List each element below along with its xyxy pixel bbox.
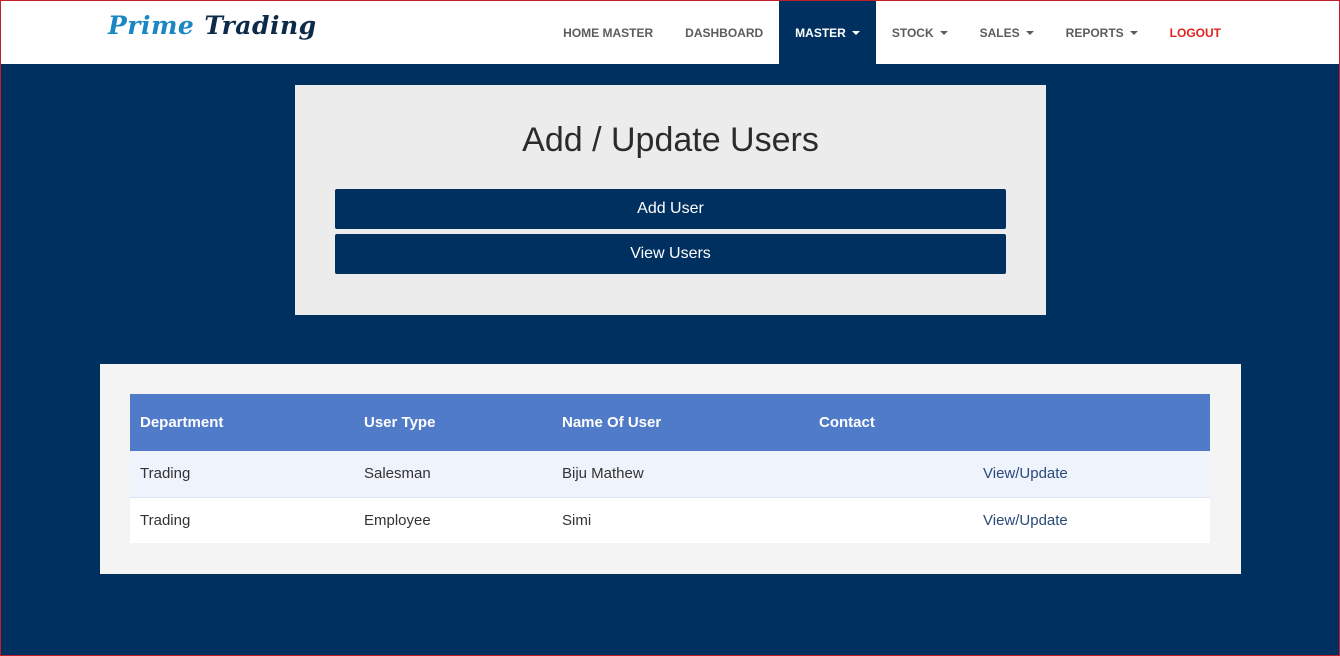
header-user-type: User Type	[364, 414, 436, 431]
nav-stock-label: STOCK	[891, 25, 934, 40]
cell-user-type: Salesman	[364, 465, 431, 483]
cell-name: Simi	[562, 511, 592, 529]
view-update-link[interactable]: View/Update	[973, 451, 1210, 497]
user-actions-panel: Add / Update Users Add User View Users	[295, 85, 1046, 315]
cell-department: Trading	[140, 511, 191, 529]
nav-reports[interactable]: REPORTS	[1050, 1, 1154, 64]
brand-part1: Prime	[108, 11, 195, 40]
view-update-link[interactable]: View/Update	[973, 497, 1210, 543]
caret-down-icon	[939, 30, 948, 35]
nav-logout[interactable]: LOGOUT	[1154, 1, 1339, 64]
table-header-row: Department User Type Name Of User Contac…	[130, 394, 1210, 451]
users-table: Department User Type Name Of User Contac…	[130, 394, 1210, 543]
nav-logout-label: LOGOUT	[1169, 25, 1221, 40]
nav-dashboard[interactable]: DASHBOARD	[669, 1, 779, 64]
nav-sales-label: SALES	[979, 25, 1020, 40]
users-table-container: Department User Type Name Of User Contac…	[100, 364, 1241, 574]
header-name-of-user: Name Of User	[562, 414, 662, 431]
nav-home-master[interactable]: HOME MASTER	[547, 1, 669, 64]
table-row: Trading Employee Simi View/Update	[130, 497, 1210, 543]
main-nav: HOME MASTER DASHBOARD MASTER STOCK SALES…	[547, 1, 1339, 64]
cell-contact	[809, 497, 973, 543]
nav-reports-label: REPORTS	[1065, 25, 1124, 40]
add-user-button[interactable]: Add User	[335, 189, 1006, 229]
nav-master[interactable]: MASTER	[779, 1, 876, 64]
page-title: Add / Update Users	[522, 121, 819, 159]
brand-logo[interactable]: Prime Trading	[108, 11, 317, 40]
caret-down-icon	[1129, 30, 1138, 35]
cell-name: Biju Mathew	[562, 465, 644, 483]
caret-down-icon	[1025, 30, 1034, 35]
view-users-button[interactable]: View Users	[335, 234, 1006, 274]
cell-user-type: Employee	[364, 511, 431, 529]
nav-dashboard-label: DASHBOARD	[685, 25, 764, 40]
top-navbar: Prime Trading HOME MASTER DASHBOARD MASTE…	[1, 1, 1339, 64]
header-department: Department	[140, 414, 224, 431]
nav-home-master-label: HOME MASTER	[563, 25, 654, 40]
cell-contact	[809, 451, 973, 497]
nav-sales[interactable]: SALES	[964, 1, 1050, 64]
caret-down-icon	[851, 30, 860, 35]
nav-master-label: MASTER	[795, 25, 846, 40]
cell-department: Trading	[140, 465, 191, 483]
brand-part2: Trading	[204, 11, 317, 40]
header-contact: Contact	[819, 414, 875, 431]
nav-stock[interactable]: STOCK	[876, 1, 964, 64]
table-row: Trading Salesman Biju Mathew View/Update	[130, 451, 1210, 497]
header-action	[973, 394, 1210, 451]
